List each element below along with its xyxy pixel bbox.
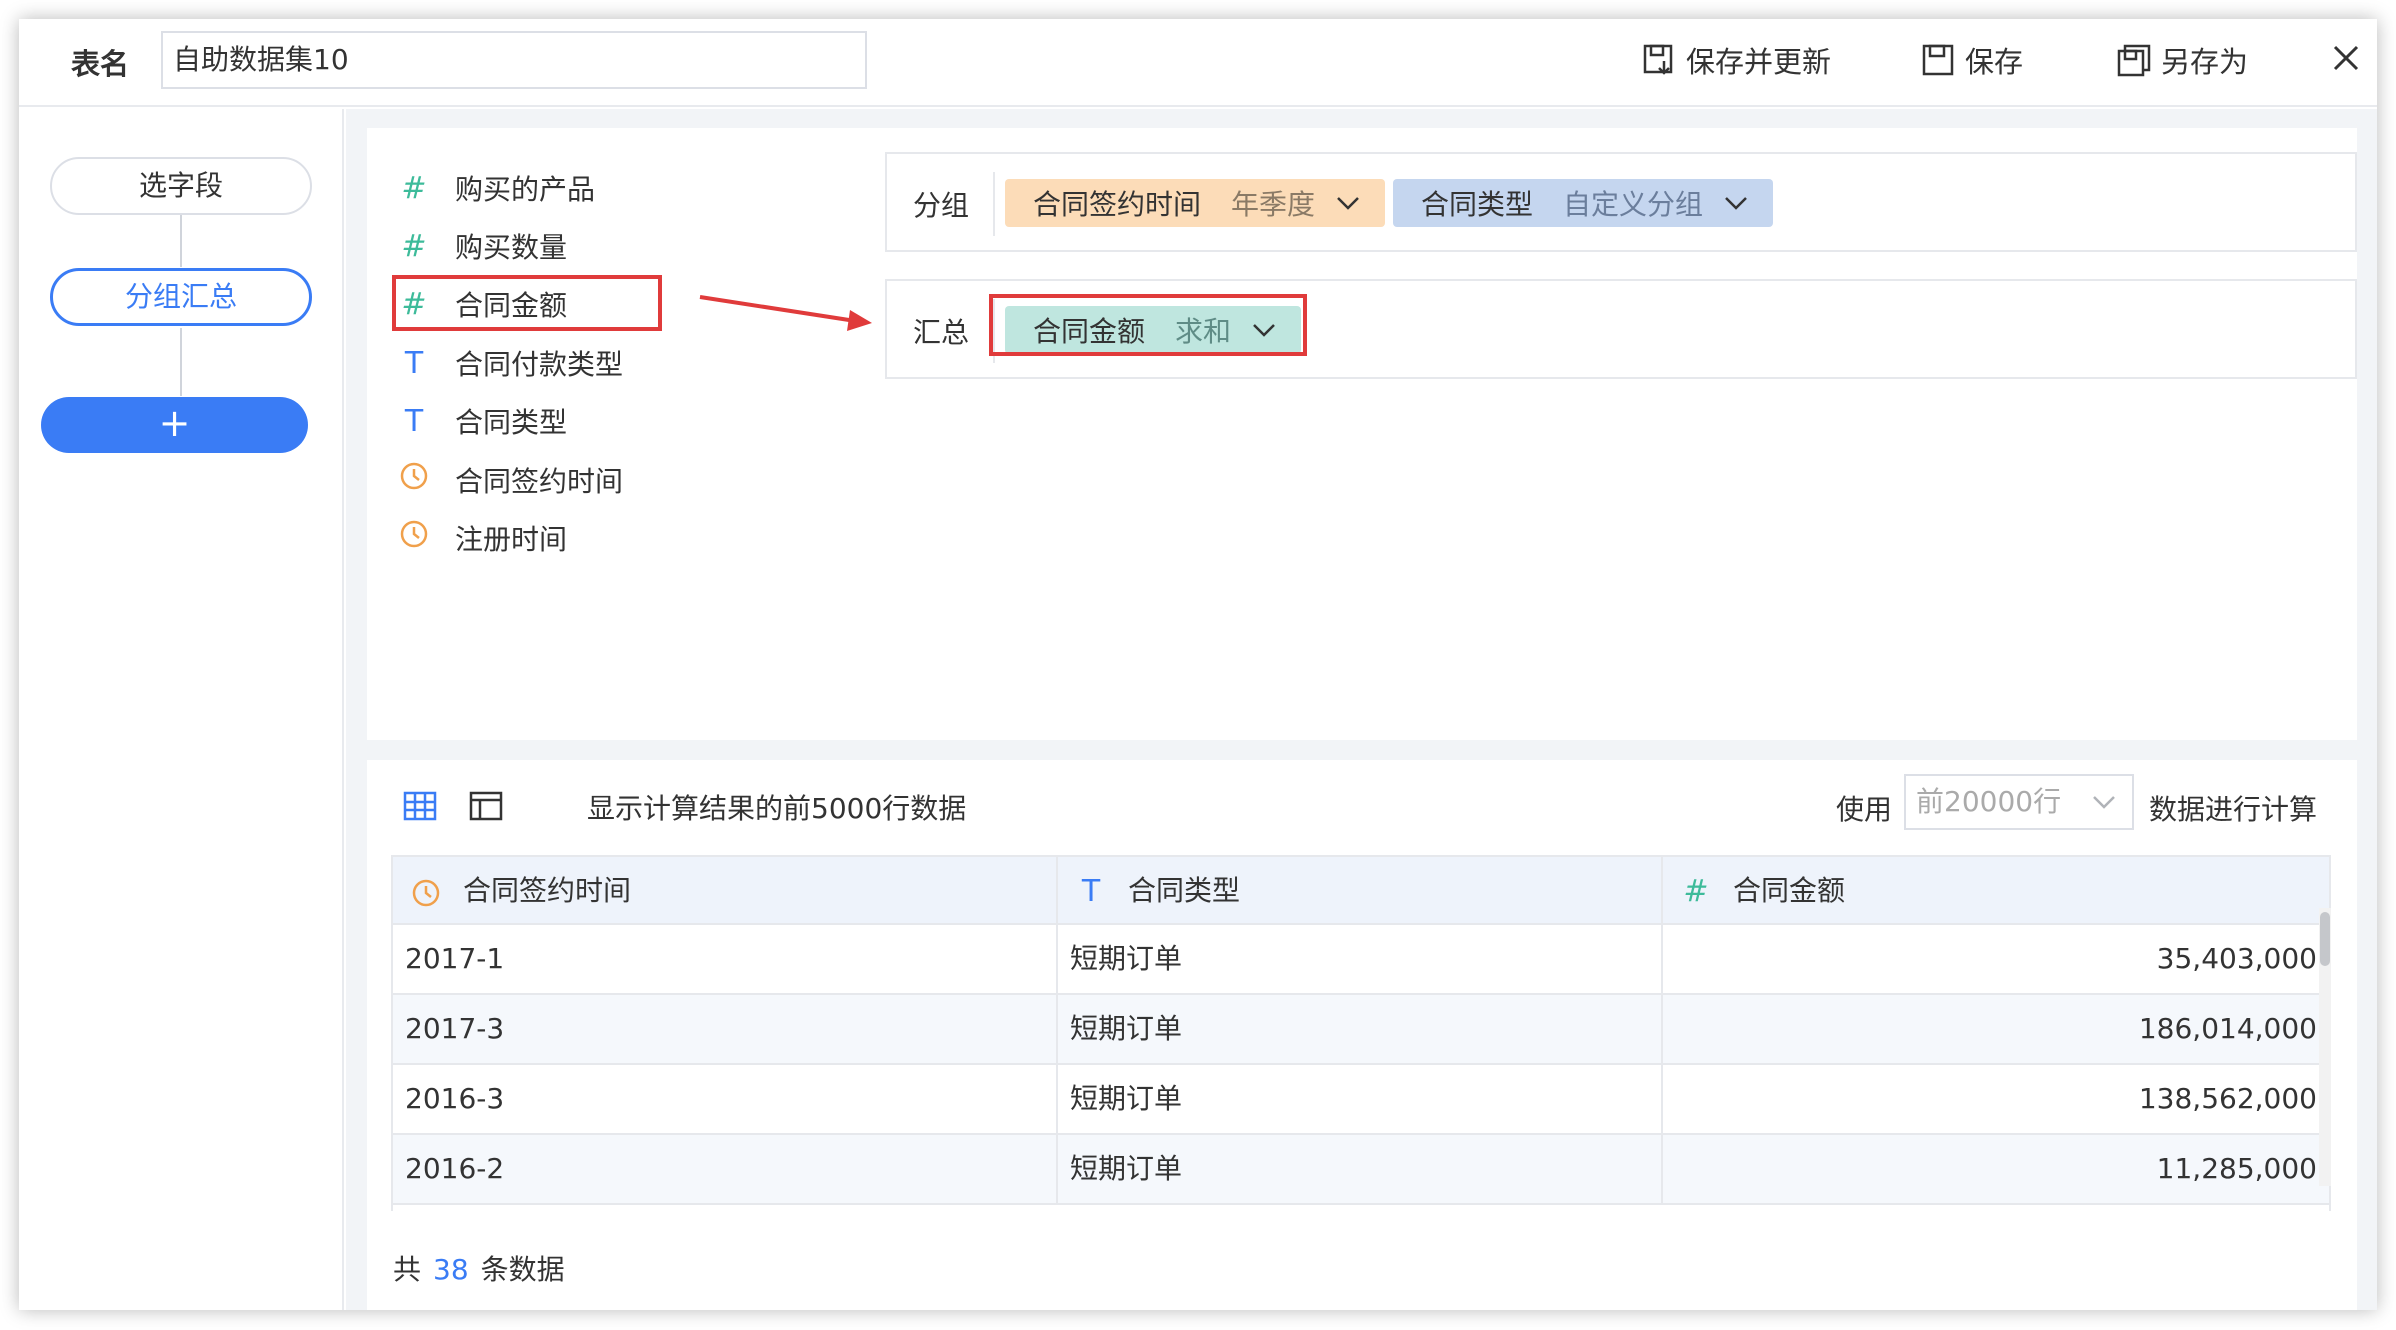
save-and-update-label: 保存并更新 (1686, 45, 1832, 79)
column-header-label: 合同金额 (1733, 874, 1846, 907)
table-row: 2016-2 短期订单 11,285,000 (393, 1135, 2329, 1205)
field-label: 合同签约时间 (455, 465, 624, 498)
total-prefix: 共 (393, 1253, 422, 1286)
column-header[interactable]: T 合同类型 (1058, 857, 1663, 925)
field-label: 购买的产品 (455, 173, 596, 206)
save-as-icon (2117, 44, 2151, 77)
number-field-icon: # (401, 170, 427, 206)
field-label: 合同付款类型 (455, 348, 624, 381)
table-cell: 短期订单 (1058, 1135, 1663, 1203)
field-label: 购买数量 (455, 231, 568, 264)
group-chip-sign-time[interactable]: 合同签约时间 年季度 (1005, 179, 1386, 227)
save-as-button[interactable]: 另存为 (2117, 35, 2248, 85)
number-field-icon: # (401, 286, 427, 322)
column-header[interactable]: # 合同金额 (1663, 857, 2329, 925)
field-label: 合同类型 (455, 406, 568, 439)
number-field-icon: # (401, 228, 427, 264)
group-chip-contract-type[interactable]: 合同类型 自定义分组 (1393, 179, 1774, 227)
clock-icon (397, 461, 431, 499)
step-flow-sidebar: 选字段 分组汇总 + (19, 109, 344, 1310)
table-row: 2017-3 短期订单 186,014,000 (393, 995, 2329, 1065)
row-limit-value: 前20000行 (1916, 785, 2062, 818)
table-cell: 短期订单 (1058, 925, 1663, 993)
chip-field: 合同类型 (1421, 188, 1534, 221)
grid-view-icon[interactable] (402, 788, 438, 824)
table-cell: 2017-1 (393, 925, 1058, 993)
clock-icon (397, 519, 431, 557)
close-icon[interactable] (2321, 33, 2371, 83)
save-and-update-button[interactable]: 保存并更新 (1642, 35, 1831, 85)
save-label: 保存 (1965, 45, 2024, 79)
table-cell: 35,403,000 (2156, 942, 2317, 975)
summary-drop-zone[interactable]: 汇总 合同金额 求和 (885, 279, 2357, 379)
total-count-value: 38 (433, 1253, 469, 1286)
field-item[interactable]: 合同签约时间 (397, 458, 623, 502)
text-field-icon: T (404, 345, 424, 381)
result-info-text: 显示计算结果的前5000行数据 (587, 792, 967, 825)
column-header-label: 合同签约时间 (463, 874, 632, 907)
table-cell: 2016-2 (393, 1135, 1058, 1203)
table-cell: 186,014,000 (2138, 1012, 2317, 1045)
summary-chip-contract-amount[interactable]: 合同金额 求和 (1005, 306, 1302, 354)
step-connector (180, 328, 182, 396)
field-item-contract-amount[interactable]: # 合同金额 (397, 282, 567, 326)
text-field-icon: T (1081, 874, 1101, 909)
row-limit-select[interactable]: 前20000行 (1904, 774, 2134, 830)
save-update-icon (1643, 44, 1673, 75)
chevron-down-icon (2093, 796, 2115, 809)
field-label: 注册时间 (455, 523, 568, 556)
table-cell: 短期订单 (1058, 1065, 1663, 1133)
chip-option: 年季度 (1231, 188, 1316, 221)
column-header[interactable]: 合同签约时间 (393, 857, 1058, 925)
chevron-down-icon (1337, 197, 1359, 210)
chip-option: 求和 (1175, 315, 1232, 348)
calc-label: 数据进行计算 (2149, 793, 2318, 826)
field-item[interactable]: T 合同类型 (397, 399, 567, 443)
table-header-row: 合同签约时间 T 合同类型 # 合同金额 (393, 855, 2329, 925)
chevron-down-icon (1253, 324, 1275, 337)
chip-field: 合同金额 (1033, 315, 1146, 348)
text-field-icon: T (404, 403, 424, 439)
result-table: 合同签约时间 T 合同类型 # 合同金额 2017-1 短期订单 35,403,00… (391, 855, 2331, 1211)
field-item[interactable]: # 购买数量 (397, 224, 567, 268)
table-name-label: 表名 (71, 47, 130, 81)
zone-divider (993, 172, 995, 236)
chip-field: 合同签约时间 (1033, 188, 1202, 221)
table-cell: 2017-3 (393, 995, 1058, 1063)
group-zone-label: 分组 (913, 189, 970, 222)
column-header-label: 合同类型 (1128, 874, 1241, 907)
step-connector (180, 215, 182, 267)
select-fields-step[interactable]: 选字段 (50, 157, 312, 215)
chip-option: 自定义分组 (1563, 188, 1704, 221)
group-drop-zone[interactable]: 分组 合同签约时间 年季度 合同类型 自定义分组 (885, 152, 2357, 252)
number-field-icon: # (1683, 874, 1709, 909)
table-row: 2016-3 短期订单 138,562,000 (393, 1065, 2329, 1135)
table-scrollbar-thumb[interactable] (2320, 912, 2330, 966)
table-name-input[interactable]: 自助数据集10 (161, 31, 867, 89)
summary-zone-label: 汇总 (913, 316, 970, 349)
table-view-icon[interactable] (468, 788, 504, 824)
use-label: 使用 (1836, 793, 1893, 826)
table-row: 2017-1 短期订单 35,403,000 (393, 925, 2329, 995)
dialog-header: 表名 自助数据集10 保存并更新 保存 另存为 (19, 19, 2377, 107)
total-count: 共 38 条数据 (393, 1248, 565, 1288)
table-cell: 11,285,000 (2156, 1152, 2317, 1185)
group-summary-step[interactable]: 分组汇总 (50, 268, 312, 326)
table-cell: 短期订单 (1058, 995, 1663, 1063)
table-cell: 138,562,000 (2138, 1082, 2317, 1115)
clock-icon (409, 858, 443, 926)
field-label: 合同金额 (455, 289, 568, 322)
save-button[interactable]: 保存 (1921, 35, 2023, 85)
save-icon (1922, 44, 1954, 76)
field-item[interactable]: 注册时间 (397, 516, 567, 560)
chevron-down-icon (1725, 197, 1747, 210)
save-as-label: 另存为 (2161, 45, 2249, 79)
zone-divider (993, 299, 995, 363)
total-suffix: 条数据 (480, 1253, 565, 1286)
table-cell: 2016-3 (393, 1065, 1058, 1133)
field-item[interactable]: T 合同付款类型 (397, 341, 623, 385)
field-item[interactable]: # 购买的产品 (397, 166, 595, 210)
add-step-button[interactable]: + (41, 397, 308, 453)
